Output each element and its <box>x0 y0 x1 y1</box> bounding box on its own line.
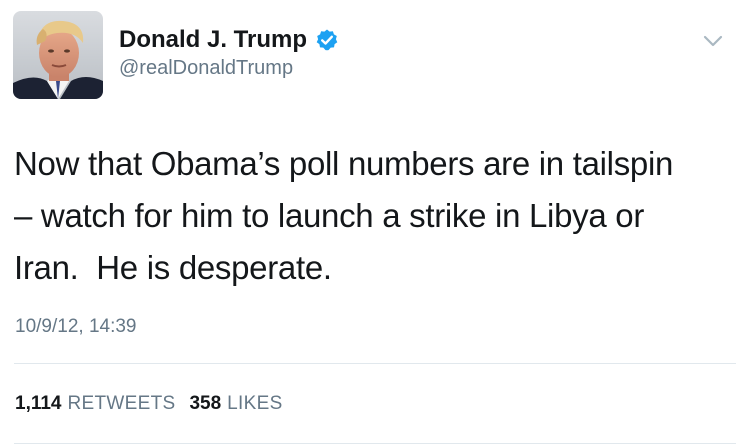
author-handle[interactable]: @realDonaldTrump <box>119 57 293 80</box>
tweet-stats: 1,114 RETWEETS 358 LIKES <box>15 393 297 415</box>
tweet-timestamp[interactable]: 10/9/12, 14:39 <box>15 316 137 338</box>
likes-stat[interactable]: 358 LIKES <box>189 393 282 415</box>
retweets-stat[interactable]: 1,114 RETWEETS <box>15 393 175 415</box>
verified-badge-icon <box>315 28 339 52</box>
avatar[interactable] <box>13 11 103 99</box>
author-display-name[interactable]: Donald J. Trump <box>119 26 307 54</box>
retweets-count: 1,114 <box>15 393 62 414</box>
divider <box>14 363 736 364</box>
avatar-photo <box>13 11 103 99</box>
author-name-row[interactable]: Donald J. Trump <box>119 22 339 58</box>
likes-count: 358 <box>189 393 222 414</box>
tweet-text: Now that Obama’s poll numbers are in tai… <box>14 145 674 286</box>
divider-bottom <box>14 443 736 444</box>
retweets-label: RETWEETS <box>67 393 176 414</box>
likes-label: LIKES <box>227 393 283 414</box>
chevron-down-icon[interactable] <box>700 32 726 50</box>
